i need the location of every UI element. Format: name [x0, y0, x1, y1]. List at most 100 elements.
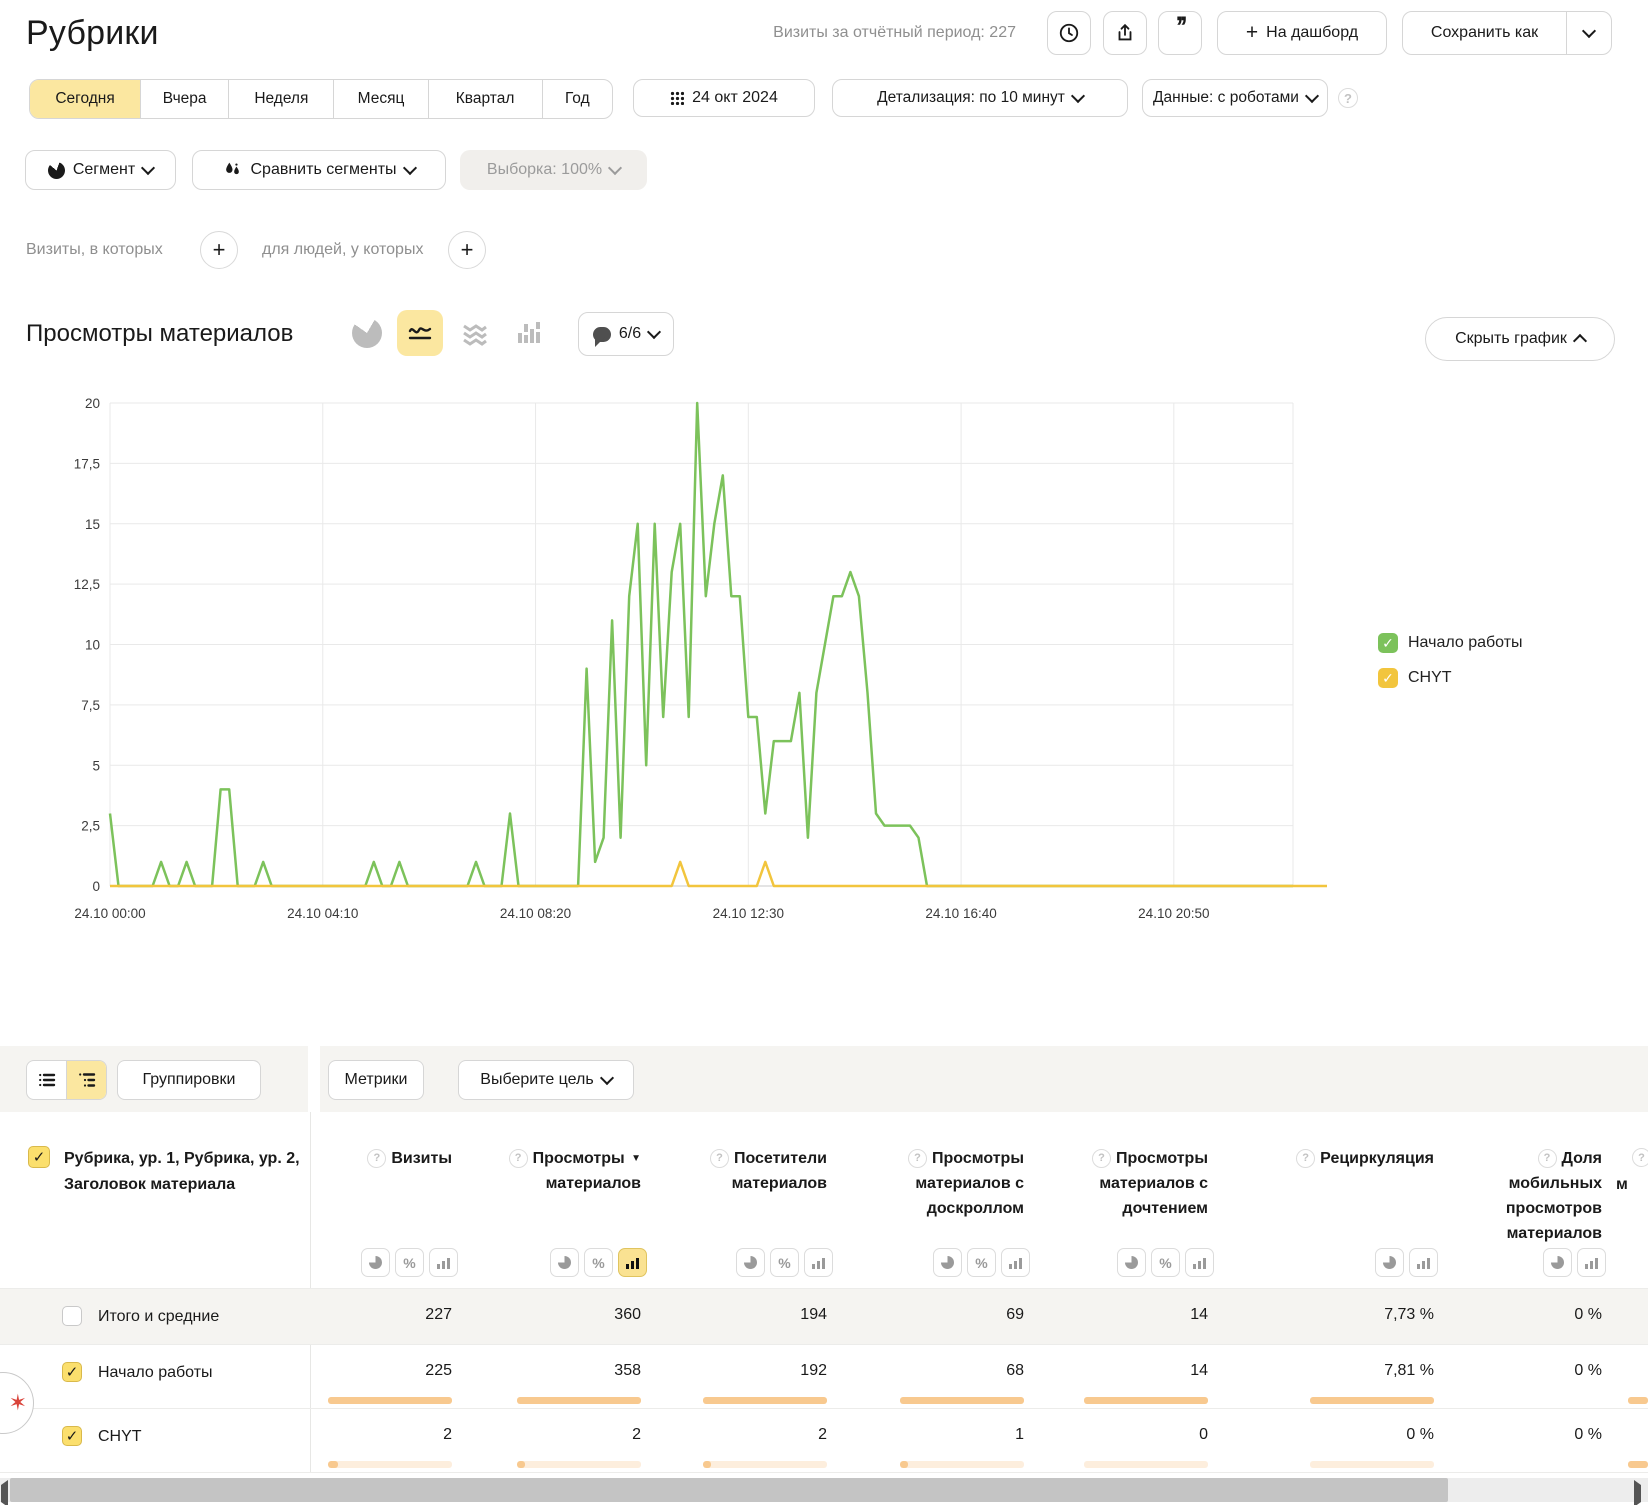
legend-checkbox[interactable]: ✓: [1378, 633, 1398, 653]
scroll-left-arrow[interactable]: [1, 1485, 8, 1503]
people-filter-label: для людей, у которых: [262, 241, 423, 259]
data-mode-help-icon[interactable]: ?: [1338, 88, 1358, 108]
flat-list-view-button[interactable]: [27, 1061, 66, 1099]
value-bar: [900, 1461, 1024, 1468]
goal-select-button[interactable]: Выберите цель: [458, 1060, 634, 1100]
help-icon[interactable]: ?: [1092, 1149, 1111, 1168]
column-header-5[interactable]: ?Рециркуляция: [1234, 1146, 1434, 1171]
period-tab-3[interactable]: Месяц: [333, 80, 427, 118]
period-tab-4[interactable]: Квартал: [428, 80, 542, 118]
percent-view-icon[interactable]: %: [967, 1248, 996, 1277]
bars-view-icon[interactable]: [1001, 1248, 1030, 1277]
period-tab-2[interactable]: Неделя: [228, 80, 333, 118]
bars-view-icon[interactable]: [618, 1248, 647, 1277]
help-icon[interactable]: ?: [1296, 1149, 1315, 1168]
value-bar: [1310, 1461, 1434, 1468]
percent-view-icon[interactable]: %: [395, 1248, 424, 1277]
column-header-0[interactable]: ?Визиты: [332, 1146, 452, 1171]
pie-view-icon[interactable]: [736, 1248, 765, 1277]
hscrollbar-thumb[interactable]: [10, 1478, 1448, 1502]
row-checkbox-nachalo[interactable]: ✓: [62, 1362, 82, 1382]
totals-row-checkbox[interactable]: [62, 1306, 82, 1326]
area-chart-type-button[interactable]: [452, 310, 498, 356]
metrics-button[interactable]: Метрики: [328, 1060, 424, 1100]
row-label-chyt[interactable]: CHYT: [98, 1428, 142, 1446]
cell-r0-c2: 194: [657, 1306, 827, 1324]
percent-view-icon[interactable]: %: [770, 1248, 799, 1277]
row-label-nachalo[interactable]: Начало работы: [98, 1364, 213, 1382]
help-icon[interactable]: ?: [1538, 1149, 1557, 1168]
export-button[interactable]: [1103, 11, 1147, 55]
tree-view-button[interactable]: [66, 1061, 106, 1099]
column-icons-2: %: [736, 1248, 833, 1277]
line-chart-type-button[interactable]: [397, 310, 443, 356]
legend-checkbox[interactable]: ✓: [1378, 668, 1398, 688]
column-header-6[interactable]: ?Доля мобильных просмотров материалов: [1484, 1146, 1602, 1246]
help-icon[interactable]: ?: [710, 1149, 729, 1168]
metrics-label: Метрики: [345, 1071, 408, 1089]
svg-text:24.10 12:30: 24.10 12:30: [713, 906, 784, 921]
add-visit-filter-button[interactable]: +: [200, 231, 238, 269]
legend-item-0[interactable]: ✓Начало работы: [1378, 633, 1523, 653]
save-as-button[interactable]: Сохранить как: [1402, 11, 1612, 55]
column-header-4[interactable]: ?Просмотры материалов с дочтением: [1048, 1146, 1208, 1221]
add-people-filter-button[interactable]: +: [448, 231, 486, 269]
help-icon[interactable]: ?: [367, 1149, 386, 1168]
help-icon[interactable]: ?: [908, 1149, 927, 1168]
percent-view-icon[interactable]: %: [1151, 1248, 1180, 1277]
compare-segments-button[interactable]: Сравнить сегменты: [192, 150, 446, 190]
svg-text:24.10 00:00: 24.10 00:00: [74, 906, 145, 921]
plus-icon: +: [1246, 21, 1258, 45]
bars-view-icon[interactable]: [1185, 1248, 1214, 1277]
pie-chart-type-button[interactable]: [344, 310, 390, 356]
annotations-quotes-button[interactable]: ’’: [1158, 11, 1202, 55]
detalization-select[interactable]: Детализация: по 10 минут: [832, 79, 1128, 117]
bars-view-icon[interactable]: [1577, 1248, 1606, 1277]
period-tab-1[interactable]: Вчера: [140, 80, 228, 118]
value-bar: [328, 1461, 452, 1468]
floating-widget[interactable]: ✶: [0, 1372, 34, 1434]
partial-column-help-icon[interactable]: ?: [1632, 1148, 1648, 1167]
quotes-icon: ’’: [1175, 23, 1185, 33]
segment-pie-icon: [48, 162, 65, 179]
column-header-1[interactable]: ?Просмотры ▼материалов: [491, 1146, 641, 1196]
chart-annotations-button[interactable]: 6/6: [578, 312, 674, 356]
date-picker-button[interactable]: 24 окт 2024: [633, 79, 815, 117]
column-chart-type-button[interactable]: [506, 310, 552, 356]
segment-button[interactable]: Сегмент: [25, 150, 176, 190]
groupings-button[interactable]: Группировки: [117, 1060, 261, 1100]
totals-row-label[interactable]: Итого и средние: [98, 1308, 219, 1326]
cell-r1-c5: 7,81 %: [1264, 1362, 1434, 1380]
pie-view-icon[interactable]: [1375, 1248, 1404, 1277]
hide-chart-button[interactable]: Скрыть график: [1425, 317, 1615, 361]
value-bar: [1084, 1397, 1208, 1404]
column-header-2[interactable]: ?Посетители материалов: [677, 1146, 827, 1196]
pie-view-icon[interactable]: [1117, 1248, 1146, 1277]
help-icon[interactable]: ?: [509, 1149, 528, 1168]
column-icons-4: %: [1117, 1248, 1214, 1277]
sampling-button[interactable]: Выборка: 100%: [460, 150, 647, 190]
pie-view-icon[interactable]: [550, 1248, 579, 1277]
pie-view-icon[interactable]: [1543, 1248, 1572, 1277]
add-to-dashboard-button[interactable]: + На дашборд: [1217, 11, 1387, 55]
period-tab-0[interactable]: Сегодня: [30, 80, 140, 118]
bars-view-icon[interactable]: [804, 1248, 833, 1277]
row-checkbox-chyt[interactable]: ✓: [62, 1426, 82, 1446]
goal-select-label: Выберите цель: [480, 1071, 593, 1089]
dimension-header[interactable]: Рубрика, ур. 1, Рубрика, ур. 2, Заголово…: [64, 1146, 316, 1198]
pie-view-icon[interactable]: [361, 1248, 390, 1277]
data-mode-select[interactable]: Данные: с роботами: [1142, 79, 1328, 117]
partial-column-label: м: [1616, 1176, 1628, 1194]
select-all-checkbox[interactable]: ✓: [28, 1146, 50, 1168]
percent-view-icon[interactable]: %: [584, 1248, 613, 1277]
scroll-right-arrow[interactable]: [1634, 1485, 1641, 1503]
legend-item-1[interactable]: ✓CHYT: [1378, 668, 1523, 688]
history-button[interactable]: [1047, 11, 1091, 55]
period-tab-5[interactable]: Год: [542, 80, 612, 118]
column-header-3[interactable]: ?Просмотры материалов с доскроллом: [864, 1146, 1024, 1221]
bars-view-icon[interactable]: [429, 1248, 458, 1277]
pie-view-icon[interactable]: [933, 1248, 962, 1277]
bars-view-icon[interactable]: [1409, 1248, 1438, 1277]
cell-r0-c4: 14: [1038, 1306, 1208, 1324]
save-as-dropdown[interactable]: [1567, 30, 1611, 36]
